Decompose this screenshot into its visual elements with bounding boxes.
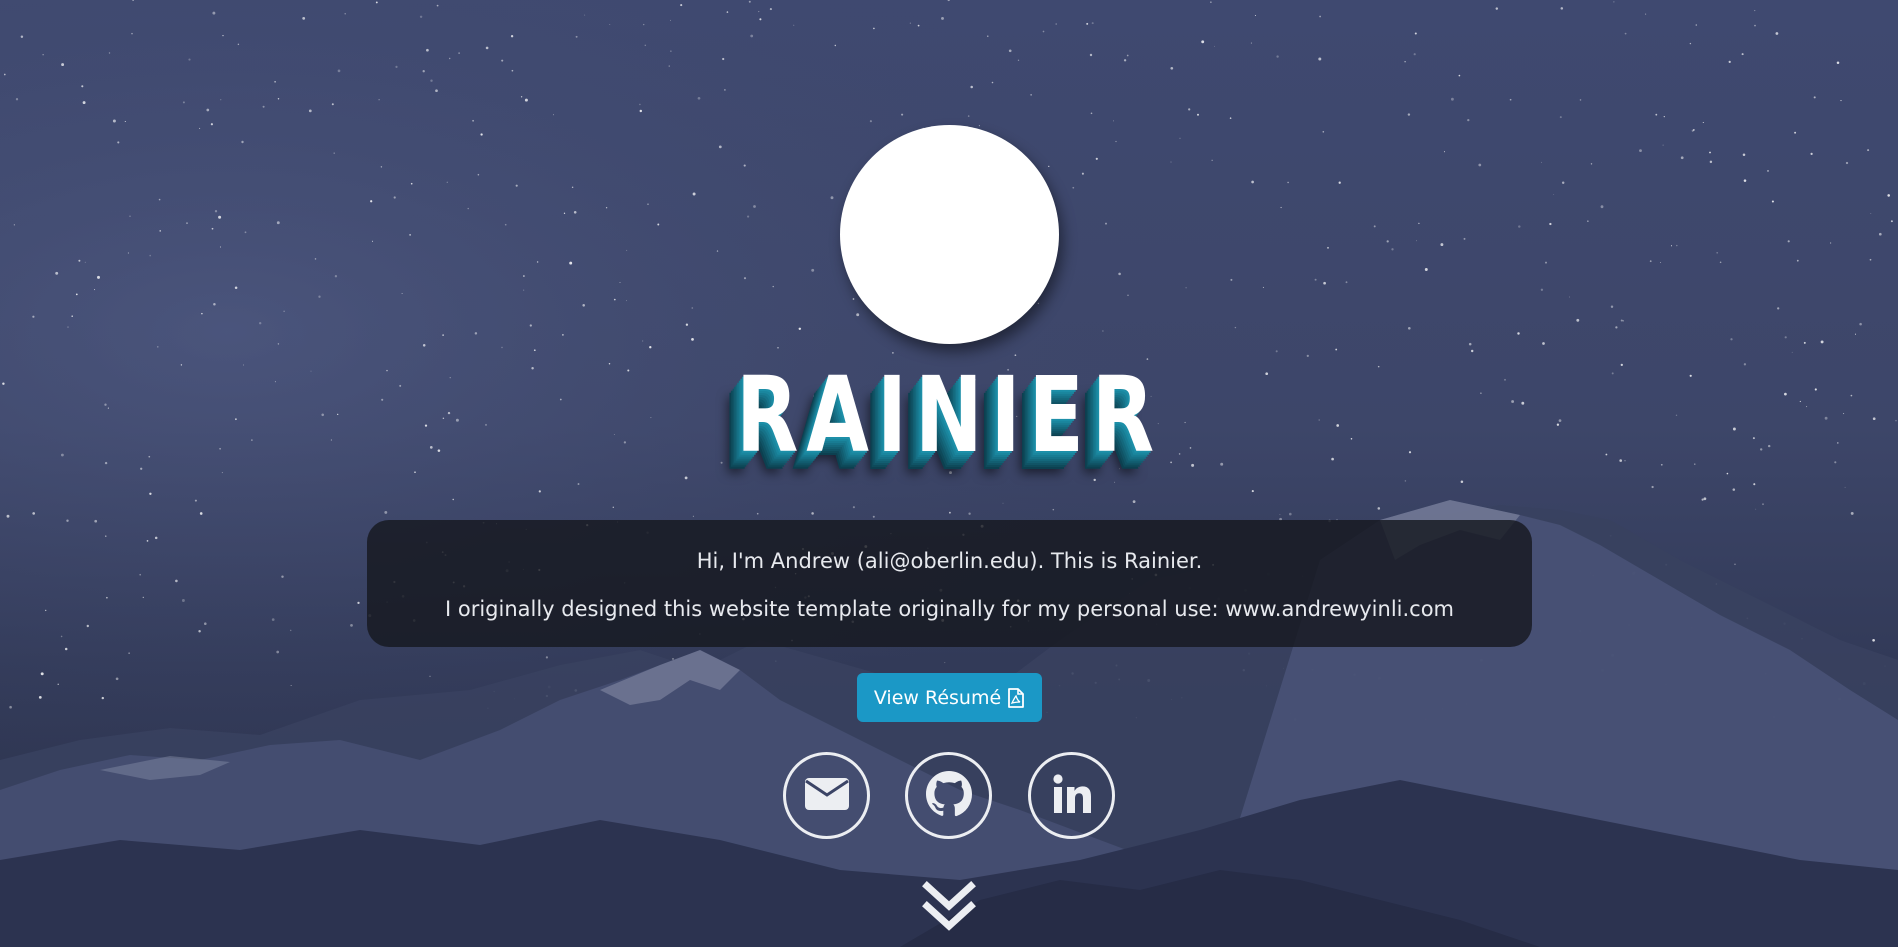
linkedin-link[interactable] [1028,752,1115,839]
email-link[interactable] [783,752,870,839]
intro-box: Hi, I'm Andrew (ali@oberlin.edu). This i… [367,520,1532,647]
file-pdf-icon [1007,687,1025,708]
scroll-down-button[interactable] [921,880,977,936]
view-resume-button[interactable]: View Résumé [857,673,1042,722]
github-icon [925,770,973,822]
site-title: RAINIER [736,354,1162,476]
intro-line-1: Hi, I'm Andrew (ali@oberlin.edu). This i… [696,549,1203,573]
resume-button-label: View Résumé [873,686,1002,709]
envelope-icon [804,777,849,814]
double-chevron-down-icon [921,881,977,940]
intro-line-2: I originally designed this website templ… [444,597,1455,621]
profile-avatar [840,125,1059,344]
github-link[interactable] [905,752,992,839]
linkedin-icon [1051,773,1093,819]
